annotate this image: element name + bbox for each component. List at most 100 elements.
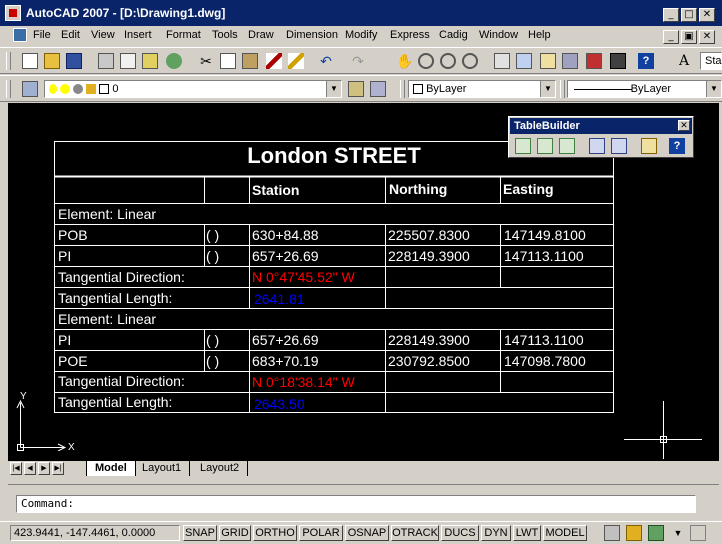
chevron-down-icon[interactable]: ▼ [706,81,721,97]
calculator-icon[interactable] [610,53,626,69]
lightbulb-icon [49,84,57,95]
doc-restore-button[interactable]: ▣ [681,30,697,44]
doc-close-button[interactable]: ✕ [699,30,715,44]
menu-cadig[interactable]: Cadig [439,29,468,41]
match-properties-icon[interactable] [266,53,282,69]
coordinate-readout[interactable]: 423.9441, -147.4461, 0.0000 [10,525,180,541]
menu-edit[interactable]: Edit [61,29,80,41]
menu-help[interactable]: Help [528,29,551,41]
table-edit-icon[interactable] [559,138,575,154]
chevron-down-icon[interactable]: ▼ [670,525,686,541]
menu-dimension[interactable]: Dimension [286,29,338,41]
layer-combo[interactable]: 0 ▼ [44,80,342,98]
make-layer-current-icon[interactable] [348,81,364,97]
table-add-icon[interactable] [537,138,553,154]
linetype-combo[interactable]: ByLayer ▼ [567,80,722,98]
tablebuilder-title[interactable]: TableBuilder [510,118,692,134]
menu-modify[interactable]: Modify [345,29,377,41]
zoom-window-icon[interactable] [440,53,456,69]
chevron-down-icon[interactable]: ▼ [326,81,341,97]
chevron-down-icon[interactable]: ▼ [540,81,555,97]
copy-icon[interactable] [220,53,236,69]
grid-toggle[interactable]: GRID [219,525,251,541]
lock-icon[interactable] [626,525,642,541]
plot-preview-icon[interactable] [120,53,136,69]
menu-tools[interactable]: Tools [212,29,238,41]
redo-icon[interactable]: ↷ [350,53,366,69]
properties-icon[interactable] [494,53,510,69]
text-style-combo[interactable]: Sta [700,52,722,70]
toolbar-grip[interactable] [6,52,11,70]
autocad-app-icon[interactable] [5,5,21,21]
paste-icon[interactable] [242,53,258,69]
toolbar-grip[interactable] [6,80,11,98]
next-tab-icon[interactable]: ▶ [38,462,50,475]
help-icon[interactable]: ? [669,138,685,154]
polar-toggle[interactable]: POLAR [299,525,343,541]
otrack-toggle[interactable]: OTRACK [391,525,439,541]
publish-icon[interactable] [142,53,158,69]
model-toggle[interactable]: MODEL [543,525,587,541]
direction-value: N 0°18'38.14" W [252,374,355,390]
undo-icon[interactable]: ↶ [318,53,334,69]
communication-center-icon[interactable] [604,525,620,541]
table-export-icon[interactable] [611,138,627,154]
document-icon[interactable] [13,28,27,42]
pan-icon[interactable]: ✋ [396,53,413,69]
cut-icon[interactable]: ✂ [198,53,214,69]
menu-view[interactable]: View [91,29,115,41]
menu-file[interactable]: File [33,29,51,41]
tab-layout2[interactable]: Layout2 [192,461,249,476]
text-style-icon[interactable]: A [676,53,692,69]
toolbar-grip[interactable] [560,80,565,98]
snap-toggle[interactable]: SNAP [183,525,217,541]
osnap-toggle[interactable]: OSNAP [345,525,389,541]
close-icon[interactable]: ✕ [678,120,690,131]
tab-model[interactable]: Model [86,461,136,476]
header-northing: Northing [389,181,448,197]
zoom-previous-icon[interactable] [462,53,478,69]
layer-manager-icon[interactable] [22,81,38,97]
ducs-toggle[interactable]: DUCS [441,525,479,541]
open-icon[interactable] [44,53,60,69]
save-icon[interactable] [66,53,82,69]
clean-screen-icon[interactable] [690,525,706,541]
color-combo[interactable]: ByLayer ▼ [408,80,556,98]
zoom-realtime-icon[interactable] [418,53,434,69]
layers-toolbar: 0 ▼ ByLayer ▼ ByLayer ▼ [0,75,722,102]
menu-draw[interactable]: Draw [248,29,274,41]
menu-window[interactable]: Window [479,29,518,41]
table-settings-icon[interactable] [641,138,657,154]
ortho-toggle[interactable]: ORTHO [253,525,297,541]
table-grid-icon[interactable] [589,138,605,154]
design-center-icon[interactable] [516,53,532,69]
freeze-icon [73,84,84,95]
doc-minimize-button[interactable]: _ [663,30,679,44]
tray-settings-icon[interactable] [648,525,664,541]
close-button[interactable]: ✕ [699,8,715,22]
tool-palettes-icon[interactable] [540,53,556,69]
markup-icon[interactable] [586,53,602,69]
tab-layout1[interactable]: Layout1 [134,461,191,476]
sheet-set-icon[interactable] [562,53,578,69]
lwt-toggle[interactable]: LWT [513,525,541,541]
layer-previous-icon[interactable] [370,81,386,97]
block-editor-icon[interactable] [288,53,304,69]
prev-tab-icon[interactable]: ◀ [24,462,36,475]
last-tab-icon[interactable]: ▶| [52,462,64,475]
first-tab-icon[interactable]: |◀ [10,462,22,475]
minimize-button[interactable]: _ [663,8,679,22]
maximize-button[interactable]: □ [681,8,697,22]
toolbar-grip[interactable] [400,80,405,98]
help-icon[interactable]: ? [638,53,654,69]
point-mark: ( ) [206,248,220,264]
publish-web-icon[interactable] [166,53,182,69]
print-icon[interactable] [98,53,114,69]
table-insert-icon[interactable] [515,138,531,154]
dyn-toggle[interactable]: DYN [481,525,511,541]
command-line[interactable]: Command: [16,495,696,513]
menu-express[interactable]: Express [390,29,430,41]
new-icon[interactable] [22,53,38,69]
menu-format[interactable]: Format [166,29,201,41]
menu-insert[interactable]: Insert [124,29,152,41]
